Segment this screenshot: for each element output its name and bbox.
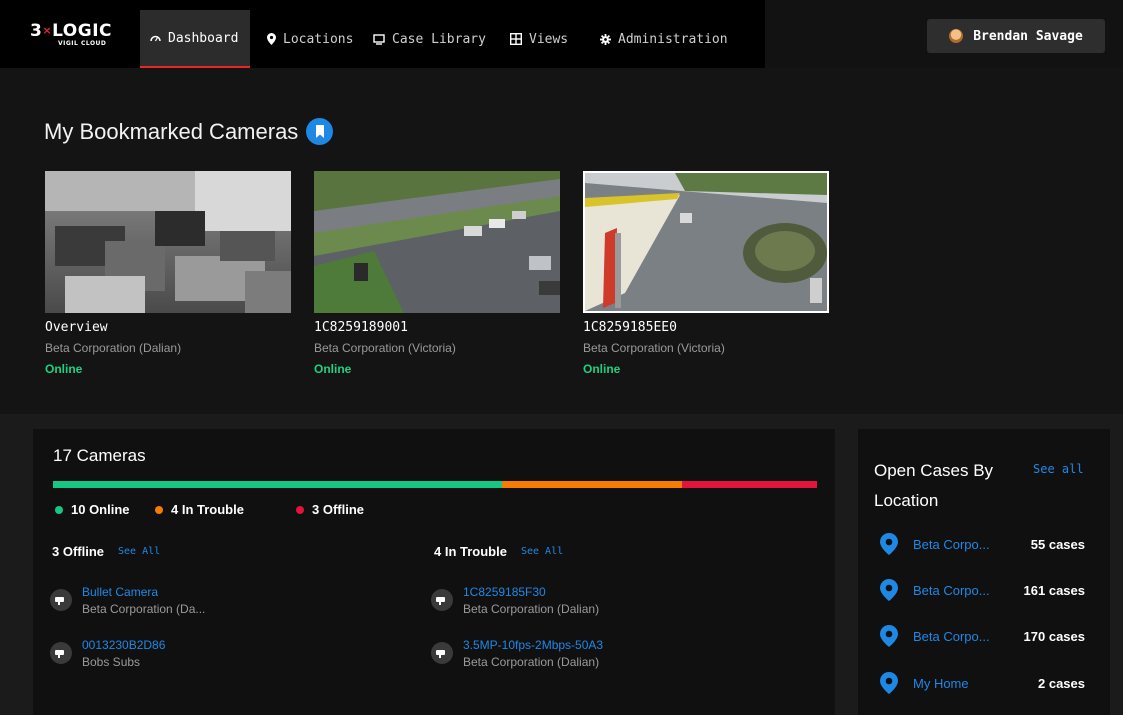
main-nav: 3×LOGIC VIGIL CLOUD Dashboard Locations … — [0, 0, 765, 68]
camera-status: Online — [45, 362, 83, 376]
camera-icon — [50, 642, 72, 664]
camera-status: Online — [583, 362, 621, 376]
case-location-row[interactable]: Beta Corpo... 55 cases — [880, 532, 1085, 556]
dashboard-icon — [150, 34, 161, 42]
user-menu-button[interactable]: Brendan Savage — [927, 19, 1105, 53]
camera-status-bar — [53, 481, 817, 488]
map-pin-icon — [880, 672, 898, 694]
offline-see-all-link[interactable]: See All — [118, 546, 160, 557]
monitor-icon — [373, 33, 385, 45]
nav-locations-label: Locations — [283, 31, 354, 47]
camera-icon — [431, 642, 453, 664]
legend-in-trouble: 4 In Trouble — [155, 502, 244, 517]
nav-administration-label: Administration — [618, 31, 728, 47]
bookmarked-camera-card[interactable]: Overview Beta Corporation (Dalian) Onlin… — [45, 171, 291, 376]
case-location-row[interactable]: My Home 2 cases — [880, 671, 1085, 695]
case-count: 2 cases — [1038, 675, 1085, 691]
camera-icon — [50, 589, 72, 611]
list-item[interactable]: 0013230B2D86 Bobs Subs — [50, 638, 165, 669]
legend-in-trouble-label: 4 In Trouble — [171, 502, 244, 517]
legend-online-label: 10 Online — [71, 502, 130, 517]
camera-status: Online — [314, 362, 352, 376]
camera-name[interactable]: Overview — [45, 320, 291, 335]
map-pin-icon — [880, 533, 898, 555]
camera-location: Beta Corporation (Dalian) — [463, 655, 600, 669]
case-location-link[interactable]: Beta Corpo... — [913, 629, 1005, 644]
camera-location: Bobs Subs — [82, 655, 141, 669]
nav-case-library[interactable]: Case Library — [363, 10, 496, 68]
avatar — [949, 29, 964, 43]
offline-heading-label: 3 Offline — [52, 544, 105, 559]
nav-dashboard-label: Dashboard — [168, 30, 239, 46]
camera-location: Beta Corporation (Da... — [82, 602, 206, 616]
camera-thumbnail[interactable] — [314, 171, 560, 313]
nav-administration[interactable]: Administration — [590, 10, 738, 68]
bookmarks-heading: My Bookmarked Cameras — [44, 118, 334, 145]
list-item[interactable]: 3.5MP-10fps-2Mbps-50A3 Beta Corporation … — [431, 638, 603, 669]
case-location-link[interactable]: Beta Corpo... — [913, 583, 1005, 598]
case-location-row[interactable]: Beta Corpo... 170 cases — [880, 624, 1085, 648]
camera-link[interactable]: Bullet Camera — [82, 585, 205, 599]
camera-location: Beta Corporation (Dalian) — [463, 602, 600, 616]
offline-dot — [296, 505, 304, 514]
camera-thumbnail[interactable] — [45, 171, 291, 313]
online-dot — [55, 505, 63, 514]
brand-logo[interactable]: 3×LOGIC VIGIL CLOUD — [30, 22, 120, 52]
camera-location: Beta Corporation (Dalian) — [45, 341, 182, 355]
nav-views[interactable]: Views — [500, 10, 578, 68]
cameras-panel — [33, 429, 835, 715]
offline-heading: 3 Offline See All — [52, 544, 160, 559]
camera-location: Beta Corporation (Victoria) — [583, 341, 725, 355]
case-count: 161 cases — [1023, 582, 1085, 598]
nav-locations[interactable]: Locations — [257, 10, 363, 68]
camera-name[interactable]: 1C8259185EE0 — [583, 320, 829, 335]
camera-name[interactable]: 1C8259189001 — [314, 320, 560, 335]
camera-thumbnail[interactable] — [583, 171, 829, 313]
gear-icon — [600, 33, 611, 45]
status-bar-offline — [682, 481, 817, 488]
grid-icon — [510, 33, 522, 45]
legend-online: 10 Online — [55, 502, 130, 517]
camera-icon — [431, 589, 453, 611]
case-count: 55 cases — [1030, 536, 1085, 552]
camera-location: Beta Corporation (Victoria) — [314, 341, 456, 355]
status-bar-in-trouble — [502, 481, 683, 488]
case-count: 170 cases — [1023, 628, 1085, 644]
list-item[interactable]: 1C8259185F30 Beta Corporation (Dalian) — [431, 585, 599, 616]
in-trouble-heading-label: 4 In Trouble — [434, 544, 507, 559]
legend-offline: 3 Offline — [296, 502, 364, 517]
user-name: Brendan Savage — [973, 28, 1083, 44]
bookmark-icon — [306, 118, 334, 145]
list-item[interactable]: Bullet Camera Beta Corporation (Da... — [50, 585, 205, 616]
status-bar-online — [53, 481, 503, 488]
in-trouble-see-all-link[interactable]: See All — [521, 546, 563, 557]
camera-link[interactable]: 1C8259185F30 — [463, 585, 599, 599]
nav-dashboard[interactable]: Dashboard — [140, 10, 250, 68]
map-pin-icon — [267, 33, 276, 45]
case-location-row[interactable]: Beta Corpo... 161 cases — [880, 578, 1085, 602]
logo-subtitle: VIGIL CLOUD — [58, 40, 107, 47]
bookmarked-camera-card[interactable]: 1C8259185EE0 Beta Corporation (Victoria)… — [583, 171, 829, 376]
case-location-link[interactable]: Beta Corpo... — [913, 537, 1005, 552]
nav-case-library-label: Case Library — [392, 31, 486, 47]
camera-link[interactable]: 3.5MP-10fps-2Mbps-50A3 — [463, 638, 603, 652]
bookmarks-title: My Bookmarked Cameras — [44, 118, 299, 144]
cases-see-all-link[interactable]: See all — [1033, 462, 1084, 476]
nav-views-label: Views — [529, 31, 569, 47]
camera-link[interactable]: 0013230B2D86 — [82, 638, 165, 652]
legend-offline-label: 3 Offline — [312, 502, 365, 517]
map-pin-icon — [880, 579, 898, 601]
case-location-link[interactable]: My Home — [913, 676, 1005, 691]
map-pin-icon — [880, 625, 898, 647]
open-cases-title: Open Cases By Location — [874, 461, 994, 510]
logo-wordmark: 3×LOGIC — [30, 21, 112, 41]
in-trouble-dot — [155, 505, 163, 514]
in-trouble-heading: 4 In Trouble See All — [434, 544, 563, 559]
cameras-count-title: 17 Cameras — [53, 446, 146, 465]
bookmarked-camera-card[interactable]: 1C8259189001 Beta Corporation (Victoria)… — [314, 171, 560, 376]
